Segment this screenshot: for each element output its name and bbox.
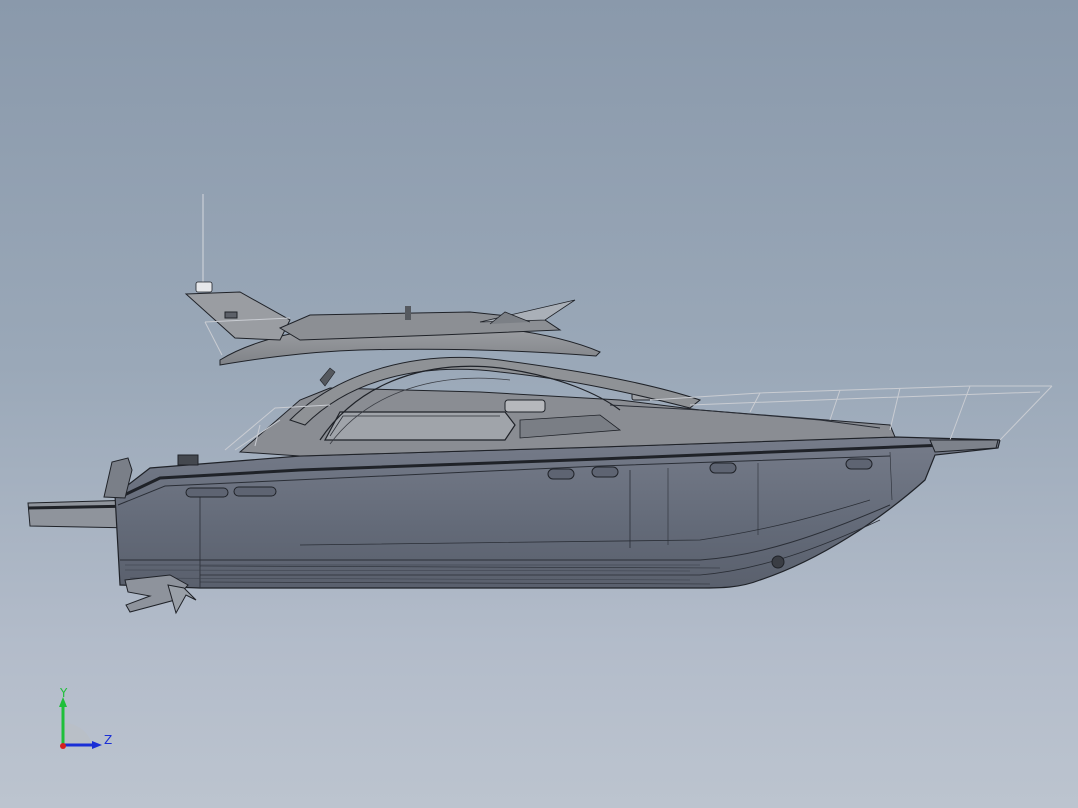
triad-plane [63,723,92,745]
z-axis-label: Z [104,733,112,747]
hull [114,436,1001,589]
y-axis-label: Y [59,686,68,700]
bow-thruster [771,555,785,569]
graphics-viewport[interactable]: Y Z [0,0,1078,808]
yacht-model[interactable] [0,0,1078,808]
z-axis-arrow [92,741,102,749]
x-axis-dot [60,743,66,749]
antenna-mast [195,194,213,293]
bow-pulpit [929,439,999,453]
orientation-triad[interactable]: Y Z [50,685,120,755]
